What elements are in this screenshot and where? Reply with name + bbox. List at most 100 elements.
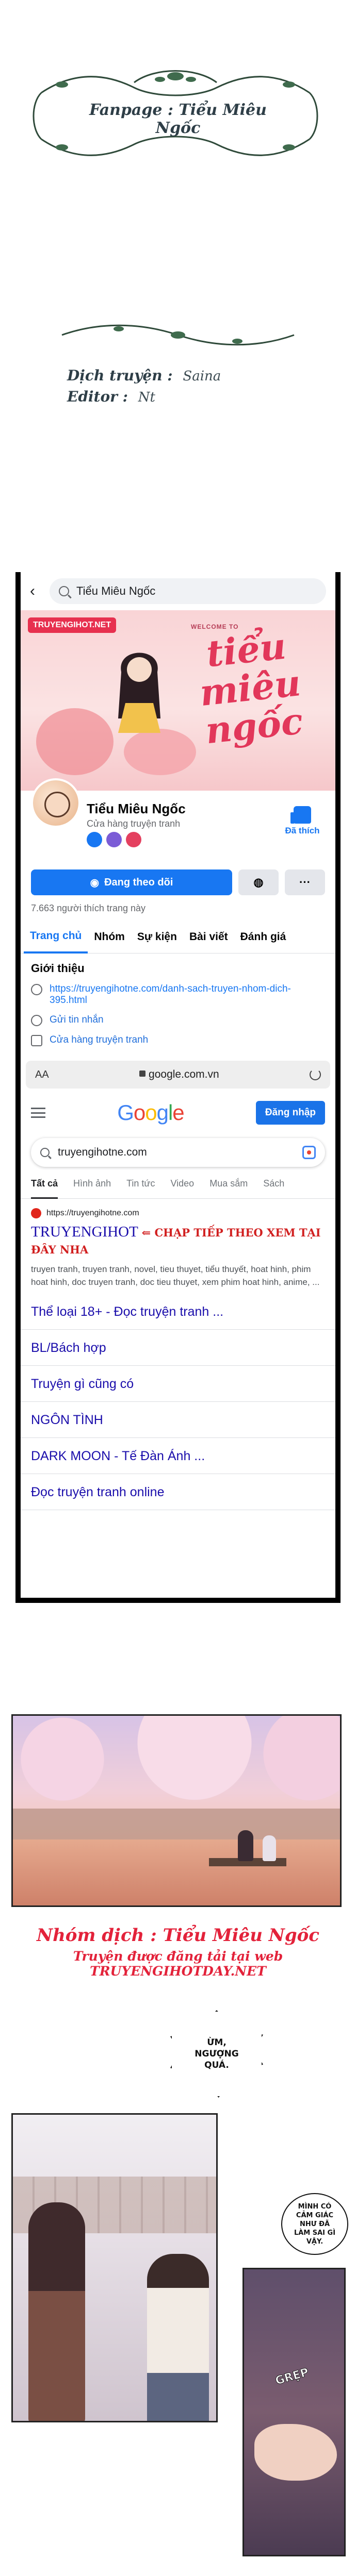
page-header: Tiểu Miêu Ngốc Cửa hàng truyện tranh Đã … <box>21 778 335 868</box>
cover-decoration <box>36 708 114 775</box>
tab-books[interactable]: Sách <box>263 1178 284 1199</box>
logo-letter: g <box>156 1100 169 1125</box>
like-button[interactable]: Đã thích <box>282 806 323 836</box>
phone-screenshot: ‹ Tiểu Miêu Ngốc TRUYENGIHOT.NET WELCOME… <box>15 572 341 1603</box>
credit-lines: Dịch truyện : Saina Editor : Nt <box>67 365 284 409</box>
google-logo[interactable]: Google <box>117 1100 184 1125</box>
back-arrow-icon[interactable]: ‹ <box>30 582 50 600</box>
hand-closeup <box>254 2424 337 2481</box>
character-figure <box>263 1835 276 1861</box>
cover-photo[interactable]: TRUYENGIHOT.NET WELCOME TO tiểu miêu ngố… <box>21 610 335 791</box>
intro-heading: Giới thiệu <box>31 962 85 975</box>
following-button[interactable]: ◉ Đang theo dõi <box>31 869 232 895</box>
editor-line: Editor : Nt <box>67 388 284 405</box>
intro-message-text: Gửi tin nhắn <box>50 1014 104 1025</box>
google-lens-icon[interactable] <box>302 1146 316 1159</box>
google-search-input[interactable]: truyengihotne.com <box>31 1138 325 1167</box>
tab-posts[interactable]: Bài viết <box>183 921 234 954</box>
background-buildings <box>13 1809 340 1839</box>
tab-reviews[interactable]: Đánh giá <box>234 921 293 954</box>
translator-line: Dịch truyện : Saina <box>67 367 284 384</box>
ground <box>13 1839 340 1905</box>
intro-category-text: Cửa hàng truyện tranh <box>50 1034 149 1045</box>
translator-credit-card: Fanpage : Tiểu Miêu Ngốc Dịch truyện : S… <box>0 0 356 567</box>
site-favicon-icon <box>31 1208 41 1218</box>
shop-icon <box>31 1035 42 1046</box>
following-label: Đang theo dõi <box>104 876 173 888</box>
anime-girl-illustration <box>118 653 160 733</box>
credit-value: Saina <box>183 369 221 384</box>
credit-label: Editor : <box>67 388 128 405</box>
result-snippet: truyen tranh, truyen tranh, novel, tieu … <box>31 1264 320 1287</box>
result-url[interactable]: https://truyengihotne.com <box>31 1208 325 1218</box>
logo-letter: G <box>117 1100 134 1125</box>
sitelink[interactable]: Truyện gì cũng có <box>21 1366 335 1402</box>
sitelink[interactable]: Thể loại 18+ - Đọc truyện tranh ... <box>21 1294 335 1330</box>
menu-icon[interactable] <box>31 1108 45 1118</box>
fanpage-credit: Fanpage : Tiểu Miêu Ngốc <box>89 101 267 137</box>
search-icon <box>59 586 69 596</box>
credit-value: Nt <box>138 390 155 405</box>
facebook-search-bar[interactable]: Tiểu Miêu Ngốc <box>50 578 326 604</box>
search-icon <box>40 1148 50 1157</box>
result-title[interactable]: TRUYENGIHOT ⇐ CHẠP TIẾP THEO XEM TẠI ĐÂY… <box>31 1224 325 1258</box>
intro-send-message[interactable]: Gửi tin nhắn <box>31 1014 325 1026</box>
speech-bubble: ỪM, NGƯỢNG QUÁ. <box>170 2010 263 2098</box>
sign-in-button[interactable]: Đăng nhập <box>255 1101 325 1125</box>
messenger-badge-icon <box>106 832 122 847</box>
like-count: 7.663 người thích trang này <box>31 903 145 913</box>
logo-letter: o <box>133 1100 145 1125</box>
sitelink[interactable]: DARK MOON - Tế Đàn Ánh ... <box>21 1438 335 1474</box>
search-text: Tiểu Miêu Ngốc <box>76 584 156 597</box>
sitelink[interactable]: BL/Bách hợp <box>21 1330 335 1366</box>
divider-ornament-icon <box>61 324 295 346</box>
tab-news[interactable]: Tin tức <box>126 1178 155 1199</box>
page-tabs: Trang chủ Nhóm Sự kiện Bài viết Đánh giá <box>21 921 335 954</box>
rss-icon: ◉ <box>90 877 100 889</box>
facebook-badge-icon <box>87 832 102 847</box>
intro-section: Giới thiệu https://truyengihotne.com/dan… <box>21 954 335 1059</box>
text-size-button[interactable]: AA <box>35 1069 49 1081</box>
speech-bubble: MÌNH CÓ CẢM GIÁC NHƯ ĐÃ LÀM SAI GÌ VẬY. <box>281 2193 348 2255</box>
url-display: google.com.vn <box>139 1068 219 1081</box>
result-url-text: https://truyengihotne.com <box>46 1209 139 1217</box>
cover-site-logo: TRUYENGIHOT.NET <box>28 617 117 633</box>
reload-icon[interactable] <box>310 1069 321 1080</box>
tab-home[interactable]: Trang chủ <box>24 921 88 954</box>
sitelink[interactable]: NGÔN TÌNH <box>21 1402 335 1438</box>
messenger-icon: ◍ <box>253 876 264 889</box>
sitelink[interactable]: Đọc truyện tranh online <box>21 1474 335 1510</box>
page-actions: ◉ Đang theo dõi ◍ ··· <box>21 868 335 897</box>
search-query: truyengihotne.com <box>58 1146 147 1158</box>
sitelinks: Thể loại 18+ - Đọc truyện tranh ... BL/B… <box>21 1294 335 1510</box>
cherry-trees <box>13 1716 340 1824</box>
tab-images[interactable]: Hình ảnh <box>73 1178 111 1199</box>
url-text: google.com.vn <box>149 1068 219 1080</box>
instagram-badge-icon <box>126 832 141 847</box>
more-icon: ··· <box>299 876 311 889</box>
page-badges <box>87 832 141 847</box>
intro-link[interactable]: https://truyengihotne.com/danh-sach-truy… <box>31 983 325 1006</box>
browser-url-bar[interactable]: AA google.com.vn <box>26 1061 330 1089</box>
tab-shopping[interactable]: Mua sắm <box>209 1178 248 1199</box>
more-button[interactable]: ··· <box>285 869 325 895</box>
tab-video[interactable]: Video <box>170 1178 194 1199</box>
tab-groups[interactable]: Nhóm <box>88 921 131 954</box>
credit-label: Dịch truyện : <box>67 367 173 384</box>
thumbs-up-icon <box>290 806 311 824</box>
avatar-face-icon <box>44 792 70 817</box>
character-boy <box>147 2254 209 2421</box>
manga-panel-park <box>11 1714 342 1907</box>
manga-panel-characters <box>11 2113 218 2422</box>
intro-category[interactable]: Cửa hàng truyện tranh <box>31 1034 325 1046</box>
tab-events[interactable]: Sự kiện <box>131 921 183 954</box>
google-header: Google Đăng nhập <box>21 1091 335 1135</box>
message-button[interactable]: ◍ <box>238 869 279 895</box>
page-category: Cửa hàng truyện tranh <box>87 818 181 829</box>
page-avatar[interactable] <box>31 778 80 828</box>
sound-effect: GRẸP <box>273 2366 311 2388</box>
character-girl <box>28 2202 85 2421</box>
group-credit-text: Nhóm dịch : Tiểu Miêu Ngốc <box>36 1925 319 1946</box>
like-label: Đã thích <box>285 826 320 835</box>
tab-all[interactable]: Tất cả <box>31 1178 58 1199</box>
